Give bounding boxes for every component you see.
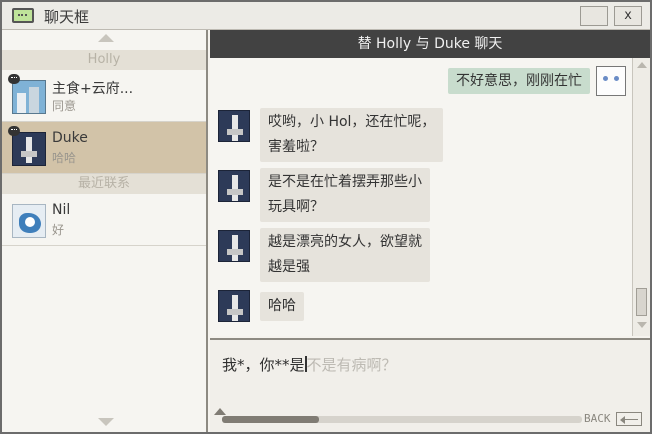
message-line: 哈哈 — [268, 298, 296, 314]
duke-avatar — [12, 132, 46, 166]
city-avatar — [12, 80, 46, 114]
message-line: 是不是在忙着摆弄那些小 — [268, 174, 422, 190]
outgoing-message-bubble: 不好意思，刚刚在忙 — [448, 68, 590, 94]
contact-item[interactable]: Nil 好 — [2, 194, 206, 246]
contact-item-selected[interactable]: Duke 哈哈 — [2, 122, 206, 174]
window-title: 聊天框 — [44, 8, 90, 26]
typing-progress-bar — [222, 416, 582, 423]
chat-window: 聊天框 x Holly 主食+云府... 同意 Duke 哈哈 最近联系 Nil… — [0, 0, 652, 434]
contact-last-message: 同意 — [52, 99, 77, 113]
scrollbar-thumb[interactable] — [636, 288, 647, 316]
nil-avatar — [12, 204, 46, 238]
typed-text: 我*，你**是 — [222, 356, 305, 374]
message-line: 哎哟，小 Hol，还在忙呢， — [268, 114, 436, 130]
contact-name: 主食+云府... — [52, 81, 134, 97]
contact-last-message: 哈哈 — [52, 151, 77, 165]
contact-name: Duke — [52, 130, 88, 146]
chat-header: 替 Holly 与 Duke 聊天 — [210, 30, 650, 58]
contact-last-message: 好 — [52, 223, 65, 237]
scroll-up-icon[interactable] — [637, 62, 647, 68]
contact-name: Nil — [52, 202, 71, 218]
message-list: 不好意思，刚刚在忙 哎哟，小 Hol，还在忙呢， 害羞啦？ 是不是在忙着摆弄那些… — [210, 58, 632, 336]
typing-progress-fill — [222, 416, 320, 423]
back-button-label[interactable]: BACK — [584, 412, 611, 425]
chat-scrollbar[interactable] — [632, 58, 650, 336]
incoming-message-bubble: 哈哈 — [260, 292, 304, 321]
message-line: 玩具啊？ — [268, 199, 324, 215]
scroll-up-arrow-icon[interactable] — [98, 34, 114, 42]
message-input-area[interactable]: 我*，你**是 不是有病啊？ BACK — [210, 338, 650, 432]
duke-avatar — [218, 170, 250, 202]
close-button[interactable]: x — [614, 6, 642, 26]
progress-pointer-icon — [214, 408, 226, 415]
incoming-message-bubble: 是不是在忙着摆弄那些小 玩具啊？ — [260, 168, 430, 222]
section-header-holly: Holly — [2, 50, 206, 70]
self-avatar — [596, 66, 626, 96]
message-input[interactable]: 我*，你**是 不是有病啊？ — [222, 354, 397, 375]
contact-sidebar: Holly 主食+云府... 同意 Duke 哈哈 最近联系 Nil 好 — [2, 30, 208, 432]
duke-avatar — [218, 110, 250, 142]
minimize-button[interactable] — [580, 6, 608, 26]
message-line: 越是漂亮的女人，欲望就 — [268, 234, 422, 250]
message-badge-icon — [8, 74, 20, 84]
title-bar: 聊天框 x — [2, 2, 650, 30]
message-line: 害羞啦？ — [268, 139, 324, 155]
scroll-down-arrow-icon[interactable] — [98, 418, 114, 426]
back-arrow-icon[interactable] — [616, 412, 642, 426]
chat-app-icon — [12, 8, 34, 23]
duke-avatar — [218, 290, 250, 322]
suggested-text: 不是有病啊？ — [306, 356, 397, 374]
incoming-message-bubble: 哎哟，小 Hol，还在忙呢， 害羞啦？ — [260, 108, 444, 162]
scroll-down-icon[interactable] — [637, 322, 647, 328]
message-line: 越是强 — [268, 259, 310, 275]
section-header-recent: 最近联系 — [2, 174, 206, 194]
duke-avatar — [218, 230, 250, 262]
message-badge-icon — [8, 126, 20, 136]
contact-item[interactable]: 主食+云府... 同意 — [2, 70, 206, 122]
incoming-message-bubble: 越是漂亮的女人，欲望就 越是强 — [260, 228, 430, 282]
